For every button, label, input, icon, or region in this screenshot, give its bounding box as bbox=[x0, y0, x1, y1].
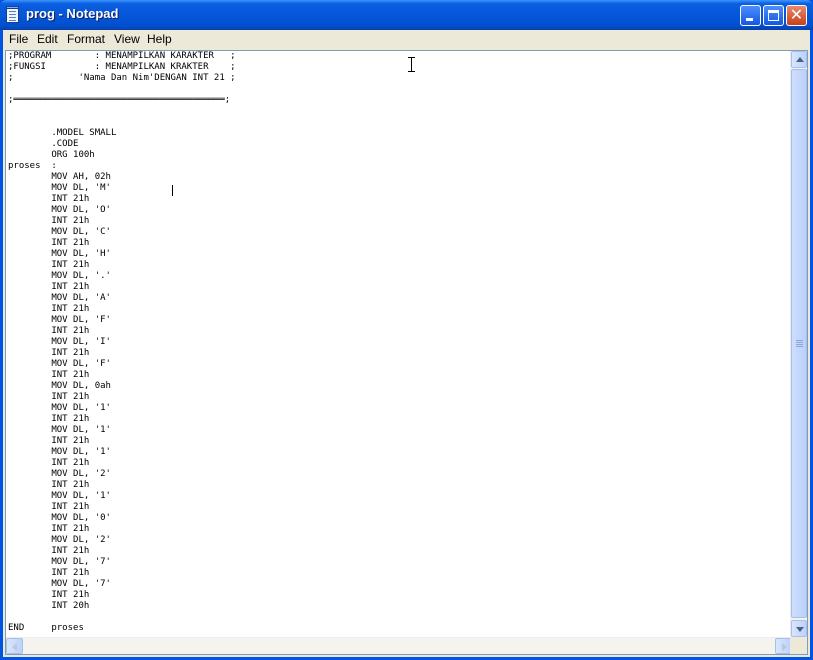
editor-line: MOV DL, '7' bbox=[8, 579, 111, 589]
editor-line: INT 21h bbox=[8, 414, 90, 424]
text-caret bbox=[172, 185, 173, 196]
editor-line: MOV DL, '0' bbox=[8, 513, 111, 523]
editor-line: ;FUNGSI : MENAMPILKAN KRAKTER ; bbox=[8, 62, 236, 72]
editor-line: ;PROGRAM : MENAMPILKAN KARAKTER ; bbox=[8, 51, 236, 61]
editor-line: INT 21h bbox=[8, 392, 90, 402]
editor-line: MOV DL, 'C' bbox=[8, 227, 111, 237]
horizontal-scrollbar[interactable] bbox=[6, 637, 792, 654]
editor-line: INT 21h bbox=[8, 348, 90, 358]
menu-view[interactable]: View bbox=[114, 32, 140, 46]
scroll-up-button[interactable] bbox=[791, 51, 807, 68]
editor-line: MOV DL, 'F' bbox=[8, 315, 111, 325]
editor-line: INT 21h bbox=[8, 326, 90, 336]
editor-line: INT 21h bbox=[8, 546, 90, 556]
minimize-icon bbox=[746, 18, 753, 21]
editor-line: MOV DL, 'A' bbox=[8, 293, 111, 303]
close-button[interactable]: ✕ bbox=[786, 5, 807, 26]
notepad-icon[interactable] bbox=[6, 6, 19, 23]
editor-line: INT 21h bbox=[8, 568, 90, 578]
grip-icon bbox=[796, 340, 803, 341]
arrow-up-icon bbox=[796, 57, 804, 62]
menu-format[interactable]: Format bbox=[67, 32, 105, 46]
scroll-down-button[interactable] bbox=[791, 620, 807, 637]
close-icon: ✕ bbox=[789, 5, 804, 24]
editor-line: INT 21h bbox=[8, 238, 90, 248]
editor-line: .MODEL SMALL bbox=[8, 128, 117, 138]
editor-line: MOV DL, 'O' bbox=[8, 205, 111, 215]
vertical-scroll-thumb[interactable] bbox=[791, 69, 807, 618]
editor-line: INT 21h bbox=[8, 194, 90, 204]
editor-line: ORG 100h bbox=[8, 150, 95, 160]
editor-line: MOV DL, '2' bbox=[8, 535, 111, 545]
editor-line: MOV DL, '2' bbox=[8, 469, 111, 479]
scroll-left-button[interactable] bbox=[6, 638, 23, 654]
window-title: prog - Notepad bbox=[26, 6, 119, 21]
editor-line: INT 21h bbox=[8, 216, 90, 226]
editor-line: MOV DL, 'F' bbox=[8, 359, 111, 369]
editor-line: MOV DL, '1' bbox=[8, 447, 111, 457]
maximize-button[interactable] bbox=[763, 5, 784, 26]
editor-text-area[interactable]: ;PROGRAM : MENAMPILKAN KARAKTER ; ;FUNGSI… bbox=[8, 51, 790, 634]
editor-line: MOV AH, 02h bbox=[8, 172, 111, 182]
notepad-window: prog - Notepad ✕ File Edit Format View H… bbox=[0, 0, 813, 660]
editor-line: INT 21h bbox=[8, 524, 90, 534]
editor-line: INT 21h bbox=[8, 480, 90, 490]
menu-edit[interactable]: Edit bbox=[37, 32, 58, 46]
text-editor[interactable]: ;PROGRAM : MENAMPILKAN KARAKTER ; ;FUNGSI… bbox=[5, 50, 808, 655]
menu-bar: File Edit Format View Help bbox=[3, 30, 810, 49]
editor-line: INT 21h bbox=[8, 282, 90, 292]
title-bar[interactable]: prog - Notepad ✕ bbox=[0, 0, 813, 30]
editor-line: MOV DL, '7' bbox=[8, 557, 111, 567]
arrow-left-icon bbox=[12, 643, 17, 651]
menu-help[interactable]: Help bbox=[147, 32, 172, 46]
editor-line: MOV DL, 'I' bbox=[8, 337, 111, 347]
editor-line: INT 21h bbox=[8, 502, 90, 512]
editor-line: MOV DL, 'M' bbox=[8, 183, 111, 193]
arrow-down-icon bbox=[796, 627, 804, 632]
editor-line: MOV DL, 0ah bbox=[8, 381, 111, 391]
minimize-button[interactable] bbox=[740, 5, 761, 26]
window-frame: File Edit Format View Help ;PROGRAM : ME… bbox=[3, 30, 810, 657]
editor-line: ; 'Nama Dan Nim'DENGAN INT 21 ; bbox=[8, 73, 236, 83]
editor-line: MOV DL, '1' bbox=[8, 491, 111, 501]
editor-line: INT 20h bbox=[8, 601, 90, 611]
editor-line: INT 21h bbox=[8, 458, 90, 468]
vertical-scrollbar[interactable] bbox=[790, 51, 807, 637]
editor-line: MOV DL, '1' bbox=[8, 425, 111, 435]
editor-line: INT 21h bbox=[8, 260, 90, 270]
editor-line: .CODE bbox=[8, 139, 79, 149]
editor-line: MOV DL, '1' bbox=[8, 403, 111, 413]
editor-line: MOV DL, 'H' bbox=[8, 249, 111, 259]
editor-line: INT 21h bbox=[8, 304, 90, 314]
size-grip[interactable] bbox=[790, 637, 807, 654]
maximize-icon bbox=[768, 10, 779, 21]
editor-line: proses : bbox=[8, 161, 57, 171]
arrow-right-icon bbox=[782, 643, 787, 651]
editor-line: MOV DL, '.' bbox=[8, 271, 111, 281]
editor-line: ;═══════════════════════════════════════… bbox=[8, 95, 231, 105]
editor-line: INT 21h bbox=[8, 370, 90, 380]
editor-line: INT 21h bbox=[8, 436, 90, 446]
menu-file[interactable]: File bbox=[9, 32, 28, 46]
editor-line: INT 21h bbox=[8, 590, 90, 600]
editor-line: END proses bbox=[8, 623, 84, 633]
ibeam-cursor-icon bbox=[407, 57, 416, 72]
